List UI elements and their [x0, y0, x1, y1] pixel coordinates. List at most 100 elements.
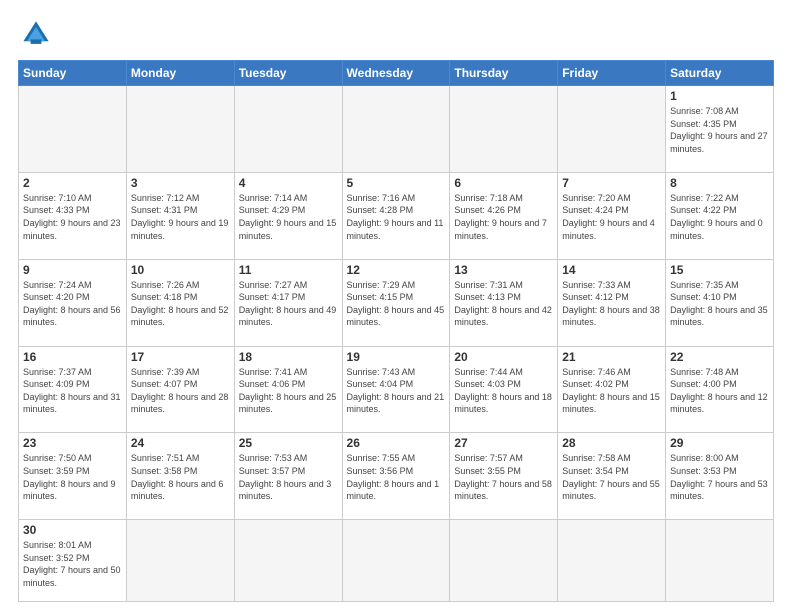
day-number: 18 — [239, 350, 338, 364]
day-info: Sunrise: 7:08 AM Sunset: 4:35 PM Dayligh… — [670, 105, 769, 155]
calendar: SundayMondayTuesdayWednesdayThursdayFrid… — [18, 60, 774, 602]
day-info: Sunrise: 7:26 AM Sunset: 4:18 PM Dayligh… — [131, 279, 230, 329]
calendar-cell — [558, 86, 666, 173]
day-number: 3 — [131, 176, 230, 190]
calendar-cell: 22 Sunrise: 7:48 AM Sunset: 4:00 PM Dayli… — [666, 346, 774, 433]
calendar-cell — [126, 520, 234, 602]
calendar-cell — [666, 520, 774, 602]
day-info: Sunrise: 7:29 AM Sunset: 4:15 PM Dayligh… — [347, 279, 446, 329]
week-row-3: 9 Sunrise: 7:24 AM Sunset: 4:20 PM Daylig… — [19, 259, 774, 346]
week-row-5: 23Sunrise: 7:50 AM Sunset: 3:59 PM Dayli… — [19, 433, 774, 520]
calendar-cell — [450, 520, 558, 602]
day-number: 13 — [454, 263, 553, 277]
calendar-cell: 16Sunrise: 7:37 AM Sunset: 4:09 PM Dayli… — [19, 346, 127, 433]
calendar-cell: 17 Sunrise: 7:39 AM Sunset: 4:07 PM Dayli… — [126, 346, 234, 433]
day-header-monday: Monday — [126, 61, 234, 86]
calendar-header: SundayMondayTuesdayWednesdayThursdayFrid… — [19, 61, 774, 86]
calendar-cell: 13 Sunrise: 7:31 AM Sunset: 4:13 PM Dayli… — [450, 259, 558, 346]
calendar-cell: 9 Sunrise: 7:24 AM Sunset: 4:20 PM Daylig… — [19, 259, 127, 346]
day-info: Sunrise: 7:58 AM Sunset: 3:54 PM Dayligh… — [562, 452, 661, 502]
calendar-cell — [19, 86, 127, 173]
calendar-cell — [234, 520, 342, 602]
day-number: 16 — [23, 350, 122, 364]
day-info: Sunrise: 7:22 AM Sunset: 4:22 PM Dayligh… — [670, 192, 769, 242]
day-number: 21 — [562, 350, 661, 364]
day-info: Sunrise: 7:31 AM Sunset: 4:13 PM Dayligh… — [454, 279, 553, 329]
day-number: 25 — [239, 436, 338, 450]
day-info: Sunrise: 7:51 AM Sunset: 3:58 PM Dayligh… — [131, 452, 230, 502]
day-info: Sunrise: 7:48 AM Sunset: 4:00 PM Dayligh… — [670, 366, 769, 416]
calendar-cell: 3 Sunrise: 7:12 AM Sunset: 4:31 PM Daylig… — [126, 172, 234, 259]
page: SundayMondayTuesdayWednesdayThursdayFrid… — [0, 0, 792, 612]
day-header-tuesday: Tuesday — [234, 61, 342, 86]
calendar-cell: 12 Sunrise: 7:29 AM Sunset: 4:15 PM Dayli… — [342, 259, 450, 346]
day-number: 6 — [454, 176, 553, 190]
calendar-cell: 18 Sunrise: 7:41 AM Sunset: 4:06 PM Dayli… — [234, 346, 342, 433]
day-info: Sunrise: 7:12 AM Sunset: 4:31 PM Dayligh… — [131, 192, 230, 242]
day-number: 19 — [347, 350, 446, 364]
calendar-cell: 23Sunrise: 7:50 AM Sunset: 3:59 PM Dayli… — [19, 433, 127, 520]
day-number: 22 — [670, 350, 769, 364]
calendar-cell: 4Sunrise: 7:14 AM Sunset: 4:29 PM Daylig… — [234, 172, 342, 259]
calendar-cell — [342, 520, 450, 602]
day-number: 1 — [670, 89, 769, 103]
header-row: SundayMondayTuesdayWednesdayThursdayFrid… — [19, 61, 774, 86]
day-number: 8 — [670, 176, 769, 190]
day-info: Sunrise: 7:10 AM Sunset: 4:33 PM Dayligh… — [23, 192, 122, 242]
day-info: Sunrise: 7:55 AM Sunset: 3:56 PM Dayligh… — [347, 452, 446, 502]
day-info: Sunrise: 7:24 AM Sunset: 4:20 PM Dayligh… — [23, 279, 122, 329]
week-row-1: 1 Sunrise: 7:08 AM Sunset: 4:35 PM Daylig… — [19, 86, 774, 173]
day-number: 23 — [23, 436, 122, 450]
day-header-wednesday: Wednesday — [342, 61, 450, 86]
day-number: 2 — [23, 176, 122, 190]
day-number: 14 — [562, 263, 661, 277]
calendar-cell — [234, 86, 342, 173]
day-header-sunday: Sunday — [19, 61, 127, 86]
day-info: Sunrise: 7:18 AM Sunset: 4:26 PM Dayligh… — [454, 192, 553, 242]
calendar-cell: 27Sunrise: 7:57 AM Sunset: 3:55 PM Dayli… — [450, 433, 558, 520]
calendar-cell: 14 Sunrise: 7:33 AM Sunset: 4:12 PM Dayli… — [558, 259, 666, 346]
calendar-cell: 8 Sunrise: 7:22 AM Sunset: 4:22 PM Daylig… — [666, 172, 774, 259]
header — [18, 16, 774, 52]
day-header-friday: Friday — [558, 61, 666, 86]
calendar-cell: 11Sunrise: 7:27 AM Sunset: 4:17 PM Dayli… — [234, 259, 342, 346]
day-info: Sunrise: 7:41 AM Sunset: 4:06 PM Dayligh… — [239, 366, 338, 416]
calendar-cell: 7 Sunrise: 7:20 AM Sunset: 4:24 PM Daylig… — [558, 172, 666, 259]
day-number: 29 — [670, 436, 769, 450]
day-number: 5 — [347, 176, 446, 190]
day-info: Sunrise: 7:33 AM Sunset: 4:12 PM Dayligh… — [562, 279, 661, 329]
day-number: 4 — [239, 176, 338, 190]
day-info: Sunrise: 8:00 AM Sunset: 3:53 PM Dayligh… — [670, 452, 769, 502]
calendar-cell: 30Sunrise: 8:01 AM Sunset: 3:52 PM Dayli… — [19, 520, 127, 602]
day-info: Sunrise: 7:57 AM Sunset: 3:55 PM Dayligh… — [454, 452, 553, 502]
day-number: 17 — [131, 350, 230, 364]
calendar-cell: 19 Sunrise: 7:43 AM Sunset: 4:04 PM Dayli… — [342, 346, 450, 433]
day-number: 15 — [670, 263, 769, 277]
day-info: Sunrise: 7:43 AM Sunset: 4:04 PM Dayligh… — [347, 366, 446, 416]
day-info: Sunrise: 7:44 AM Sunset: 4:03 PM Dayligh… — [454, 366, 553, 416]
day-number: 9 — [23, 263, 122, 277]
day-info: Sunrise: 7:53 AM Sunset: 3:57 PM Dayligh… — [239, 452, 338, 502]
calendar-cell — [126, 86, 234, 173]
calendar-cell: 5Sunrise: 7:16 AM Sunset: 4:28 PM Daylig… — [342, 172, 450, 259]
calendar-cell: 10 Sunrise: 7:26 AM Sunset: 4:18 PM Dayli… — [126, 259, 234, 346]
day-number: 10 — [131, 263, 230, 277]
week-row-6: 30Sunrise: 8:01 AM Sunset: 3:52 PM Dayli… — [19, 520, 774, 602]
calendar-cell: 26 Sunrise: 7:55 AM Sunset: 3:56 PM Dayli… — [342, 433, 450, 520]
day-info: Sunrise: 7:39 AM Sunset: 4:07 PM Dayligh… — [131, 366, 230, 416]
day-info: Sunrise: 7:20 AM Sunset: 4:24 PM Dayligh… — [562, 192, 661, 242]
day-info: Sunrise: 7:27 AM Sunset: 4:17 PM Dayligh… — [239, 279, 338, 329]
day-number: 7 — [562, 176, 661, 190]
day-number: 12 — [347, 263, 446, 277]
calendar-cell: 24Sunrise: 7:51 AM Sunset: 3:58 PM Dayli… — [126, 433, 234, 520]
calendar-cell: 6 Sunrise: 7:18 AM Sunset: 4:26 PM Daylig… — [450, 172, 558, 259]
calendar-cell: 15 Sunrise: 7:35 AM Sunset: 4:10 PM Dayli… — [666, 259, 774, 346]
generalblue-logo-icon — [18, 16, 54, 52]
calendar-cell: 20Sunrise: 7:44 AM Sunset: 4:03 PM Dayli… — [450, 346, 558, 433]
day-number: 26 — [347, 436, 446, 450]
week-row-4: 16Sunrise: 7:37 AM Sunset: 4:09 PM Dayli… — [19, 346, 774, 433]
calendar-cell: 25 Sunrise: 7:53 AM Sunset: 3:57 PM Dayli… — [234, 433, 342, 520]
calendar-body: 1 Sunrise: 7:08 AM Sunset: 4:35 PM Daylig… — [19, 86, 774, 602]
calendar-cell — [450, 86, 558, 173]
day-info: Sunrise: 7:35 AM Sunset: 4:10 PM Dayligh… — [670, 279, 769, 329]
